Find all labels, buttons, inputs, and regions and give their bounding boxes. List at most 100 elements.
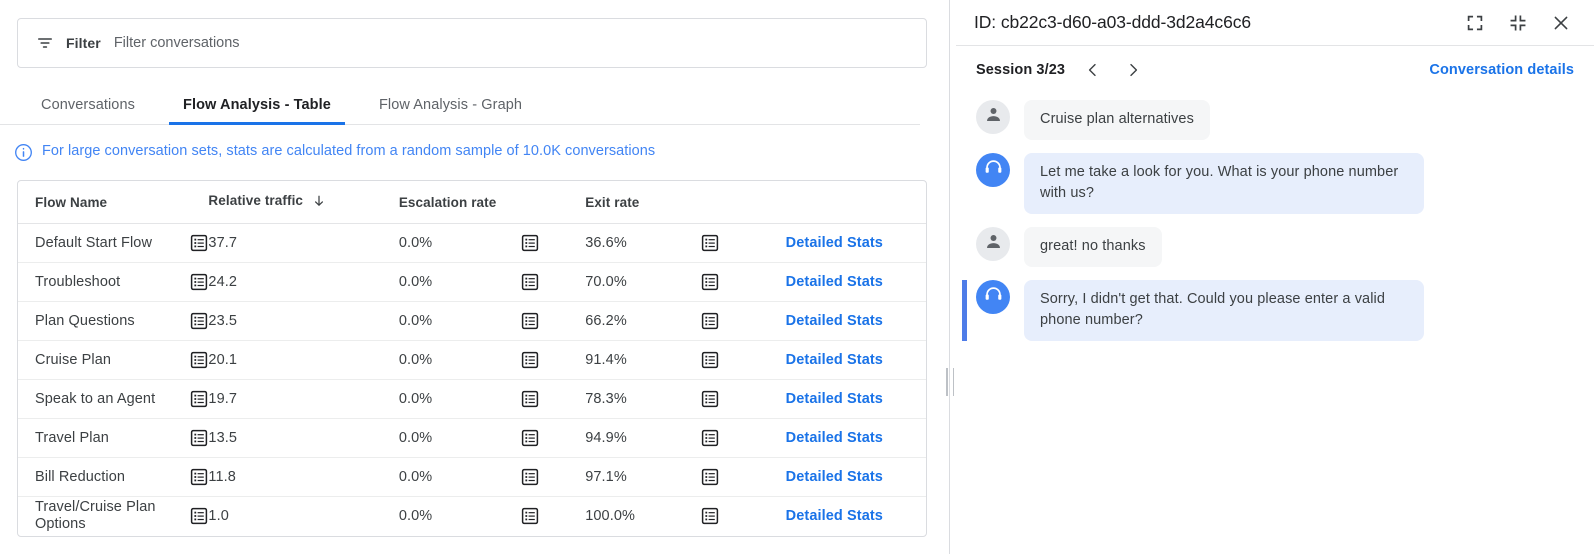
tab-label: Flow Analysis - Graph — [379, 97, 522, 113]
chevron-right-icon[interactable] — [1123, 60, 1143, 80]
flow-name-table-view-icon[interactable] — [190, 312, 208, 330]
exit-rate-table-view-icon[interactable] — [701, 312, 719, 330]
exit-rate-table-view-icon[interactable] — [701, 234, 719, 252]
flow-name-table-view-icon[interactable] — [190, 507, 208, 525]
exit-rate-table-view-icon[interactable] — [701, 429, 719, 447]
filter-input[interactable] — [114, 35, 908, 51]
table-row[interactable]: Default Start Flow37.70.0%36.6%Detailed … — [18, 224, 926, 263]
tab-conversations[interactable]: Conversations — [17, 85, 159, 124]
table-row[interactable]: Bill Reduction11.80.0%97.1%Detailed Stat… — [18, 458, 926, 497]
detailed-stats-link[interactable]: Detailed Stats — [786, 274, 883, 290]
cell-flow-name: Travel Plan — [18, 419, 208, 458]
cell-actions: Detailed Stats — [786, 497, 926, 536]
cell-relative-traffic: 37.7 — [208, 224, 398, 263]
message-row[interactable]: great! no thanks — [956, 227, 1594, 267]
flow-name-text: Travel Plan — [35, 430, 190, 447]
flow-analysis-pane: Filter Conversations Flow Analysis - Tab… — [0, 0, 944, 554]
tab-flow-analysis-graph[interactable]: Flow Analysis - Graph — [355, 85, 546, 124]
exit-rate-table-view-icon[interactable] — [701, 351, 719, 369]
flow-name-table-view-icon[interactable] — [190, 234, 208, 252]
escalation-rate-table-view-icon[interactable] — [521, 312, 539, 330]
relative-traffic-value: 1.0 — [208, 508, 228, 524]
headset-icon — [983, 157, 1004, 183]
column-header-relative-traffic[interactable]: Relative traffic — [208, 181, 398, 224]
info-icon — [14, 143, 33, 162]
tab-flow-analysis-table[interactable]: Flow Analysis - Table — [159, 85, 355, 124]
session-nav-bar: Session 3/23 Conversation details — [956, 46, 1594, 94]
escalation-rate-value: 0.0% — [399, 430, 463, 446]
message-list: Cruise plan alternatives Let me take a lo… — [956, 94, 1594, 354]
splitter-line — [949, 0, 950, 554]
relative-traffic-value: 13.5 — [208, 430, 237, 446]
escalation-rate-value: 0.0% — [399, 391, 463, 407]
cell-relative-traffic: 1.0 — [208, 497, 398, 536]
table-row[interactable]: Plan Questions23.50.0%66.2%Detailed Stat… — [18, 302, 926, 341]
column-header-exit-rate[interactable]: Exit rate — [585, 181, 785, 224]
person-icon — [983, 231, 1004, 257]
table-row[interactable]: Travel Plan13.50.0%94.9%Detailed Stats — [18, 419, 926, 458]
fullscreen-collapse-icon[interactable] — [1507, 12, 1529, 34]
escalation-rate-table-view-icon[interactable] — [521, 468, 539, 486]
conversation-details-link[interactable]: Conversation details — [1429, 62, 1578, 78]
sampling-info-text: For large conversation sets, stats are c… — [42, 142, 655, 161]
column-label: Exit rate — [585, 195, 639, 210]
column-header-flow-name[interactable]: Flow Name — [18, 181, 208, 224]
person-icon — [983, 104, 1004, 130]
cell-relative-traffic: 24.2 — [208, 263, 398, 302]
cell-flow-name: Speak to an Agent — [18, 380, 208, 419]
escalation-rate-table-view-icon[interactable] — [521, 429, 539, 447]
exit-rate-table-view-icon[interactable] — [701, 468, 719, 486]
exit-rate-table-view-icon[interactable] — [701, 507, 719, 525]
message-row[interactable]: Cruise plan alternatives — [956, 100, 1594, 140]
tab-bar: Conversations Flow Analysis - Table Flow… — [0, 85, 920, 125]
table-row[interactable]: Travel/Cruise Plan Options1.00.0%100.0%D… — [18, 497, 926, 536]
close-icon[interactable] — [1550, 12, 1572, 34]
relative-traffic-value: 23.5 — [208, 313, 237, 329]
escalation-rate-value: 0.0% — [399, 313, 463, 329]
cell-escalation-rate: 0.0% — [399, 302, 585, 341]
message-bubble: Cruise plan alternatives — [1024, 100, 1210, 140]
message-row[interactable]: Sorry, I didn't get that. Could you plea… — [956, 280, 1594, 341]
escalation-rate-table-view-icon[interactable] — [521, 234, 539, 252]
headset-icon — [983, 284, 1004, 310]
tab-label: Conversations — [41, 97, 135, 113]
flow-name-text: Troubleshoot — [35, 274, 190, 291]
session-counter-label: Session 3/23 — [976, 62, 1065, 78]
table-row[interactable]: Troubleshoot24.20.0%70.0%Detailed Stats — [18, 263, 926, 302]
flow-name-table-view-icon[interactable] — [190, 390, 208, 408]
exit-rate-value: 100.0% — [585, 508, 649, 524]
flow-name-table-view-icon[interactable] — [190, 351, 208, 369]
escalation-rate-value: 0.0% — [399, 274, 463, 290]
detailed-stats-link[interactable]: Detailed Stats — [786, 508, 883, 524]
cell-flow-name: Troubleshoot — [18, 263, 208, 302]
flow-name-table-view-icon[interactable] — [190, 273, 208, 291]
table-row[interactable]: Cruise Plan20.10.0%91.4%Detailed Stats — [18, 341, 926, 380]
detailed-stats-link[interactable]: Detailed Stats — [786, 235, 883, 251]
escalation-rate-table-view-icon[interactable] — [521, 273, 539, 291]
table-body: Default Start Flow37.70.0%36.6%Detailed … — [18, 224, 926, 536]
flow-name-text: Plan Questions — [35, 313, 190, 330]
flow-analysis-table: Flow Name Relative traffic Escalation — [17, 180, 927, 537]
filter-bar[interactable]: Filter — [17, 18, 927, 68]
table-row[interactable]: Speak to an Agent19.70.0%78.3%Detailed S… — [18, 380, 926, 419]
escalation-rate-table-view-icon[interactable] — [521, 351, 539, 369]
escalation-rate-table-view-icon[interactable] — [521, 507, 539, 525]
fullscreen-expand-icon[interactable] — [1464, 12, 1486, 34]
exit-rate-table-view-icon[interactable] — [701, 390, 719, 408]
column-header-escalation-rate[interactable]: Escalation rate — [399, 181, 585, 224]
chevron-left-icon[interactable] — [1083, 60, 1103, 80]
escalation-rate-table-view-icon[interactable] — [521, 390, 539, 408]
exit-rate-table-view-icon[interactable] — [701, 273, 719, 291]
flow-name-table-view-icon[interactable] — [190, 429, 208, 447]
message-bubble: Let me take a look for you. What is your… — [1024, 153, 1424, 214]
detailed-stats-link[interactable]: Detailed Stats — [786, 352, 883, 368]
splitter-drag-handle[interactable] — [946, 368, 954, 396]
detailed-stats-link[interactable]: Detailed Stats — [786, 430, 883, 446]
detailed-stats-link[interactable]: Detailed Stats — [786, 391, 883, 407]
conversation-detail-pane: ID: cb22c3-d60-a03-ddd-3d2a4c6c6 — [956, 0, 1594, 554]
flow-name-table-view-icon[interactable] — [190, 468, 208, 486]
message-row[interactable]: Let me take a look for you. What is your… — [956, 153, 1594, 214]
cell-escalation-rate: 0.0% — [399, 419, 585, 458]
detailed-stats-link[interactable]: Detailed Stats — [786, 313, 883, 329]
detailed-stats-link[interactable]: Detailed Stats — [786, 469, 883, 485]
